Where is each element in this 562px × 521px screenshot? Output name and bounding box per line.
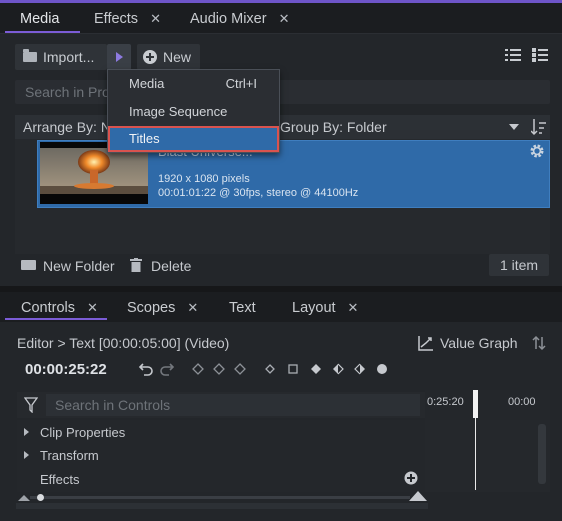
tab-effects[interactable]: Effects ✕ [94,0,161,34]
tab-scopes[interactable]: Scopes ✕ [127,292,198,322]
arrange-bar: Arrange By: N Group By: Folder [15,115,550,139]
zoom-in-icon[interactable] [408,489,428,503]
clip-details: 00:01:01:22 @ 30fps, stereo @ 44100Hz [158,187,359,199]
breadcrumb: Editor > Text [00:00:05:00] (Video) [17,335,230,351]
close-icon[interactable]: ✕ [150,11,161,26]
keyframe-icon [213,363,225,375]
expand-icon[interactable] [24,451,29,459]
control-row-clip-properties[interactable]: Clip Properties [40,425,125,440]
menu-item-titles[interactable]: Titles [108,126,279,152]
clip-resolution: 1920 x 1080 pixels [158,173,250,185]
item-count-badge: 1 item [489,254,549,276]
horizontal-scrollbar[interactable] [16,503,428,509]
tab-text[interactable]: Text [229,292,256,322]
interpolation-icons [265,363,387,375]
tab-controls-label: Controls [21,300,75,316]
gear-icon[interactable] [529,143,545,159]
zoom-slider-track[interactable] [30,496,410,499]
close-icon[interactable]: ✕ [348,300,359,315]
active-tab-indicator [5,318,107,320]
new-folder-icon [21,260,36,270]
tab-text-label: Text [229,300,256,316]
prev-keyframe-icon [192,363,204,375]
zoom-out-icon[interactable] [17,493,31,503]
menu-item-label: Titles [129,131,160,146]
expand-icon[interactable] [24,428,29,436]
tab-media[interactable]: Media [20,0,60,34]
value-graph-button[interactable]: Value Graph [440,335,518,351]
folder-icon [23,49,37,62]
tab-layout[interactable]: Layout ✕ [292,292,358,322]
timeline-scrollbar[interactable] [538,424,546,484]
controls-search-input[interactable]: Search in Controls [46,394,420,416]
keyframe-navigation [192,363,246,375]
new-button[interactable]: New [137,44,200,70]
control-row-transform[interactable]: Transform [40,448,99,463]
keyframe-timeline[interactable] [425,420,550,492]
menu-item-shortcut: Ctrl+I [225,76,257,91]
import-menu: Media Ctrl+I Image Sequence Titles [107,69,280,153]
plus-circle-icon [143,50,157,64]
import-label: Import... [43,49,95,65]
timeline-tick: 00:00 [508,396,536,408]
timecode[interactable]: 00:00:25:22 [25,361,107,378]
arrange-by-dropdown[interactable]: Arrange By: N [23,115,111,139]
new-label: New [163,49,192,65]
ease-out-icon [354,363,365,375]
smooth-icon [311,364,321,374]
add-effect-icon[interactable] [404,471,418,485]
new-folder-button[interactable]: New Folder [43,258,115,274]
tab-scopes-label: Scopes [127,300,176,316]
undo-icon[interactable] [138,361,154,377]
linear-icon [265,364,275,374]
next-keyframe-icon [234,363,246,375]
close-icon[interactable]: ✕ [187,300,198,315]
delete-button[interactable]: Delete [151,258,191,274]
zoom-slider-handle[interactable] [37,494,44,501]
tab-media-label: Media [20,11,60,27]
sort-icon[interactable] [531,118,547,136]
group-by-dropdown[interactable]: Group By: Folder [280,115,387,139]
menu-item-label: Image Sequence [129,104,228,119]
import-dropdown-button[interactable] [107,44,131,70]
trash-icon [130,258,142,272]
ease-in-icon [333,363,344,375]
import-button[interactable]: Import... [15,44,107,70]
chevron-down-icon[interactable] [509,124,519,130]
hold-icon [288,364,298,374]
menu-item-label: Media [129,76,165,91]
control-row-effects[interactable]: Effects [40,472,80,487]
timeline-tick: 0:25:20 [427,396,464,408]
chevron-right-icon [116,52,123,62]
filter-icon[interactable] [24,397,38,413]
tab-audio-mixer[interactable]: Audio Mixer ✕ [190,0,289,34]
menu-item-media[interactable]: Media Ctrl+I [108,71,279,97]
tab-effects-label: Effects [94,11,139,27]
close-icon[interactable]: ✕ [279,11,290,26]
detail-view-icon[interactable] [532,48,548,62]
tab-layout-label: Layout [292,300,336,316]
playhead-line [475,418,476,490]
list-view-icon[interactable] [505,48,521,62]
value-graph-icon[interactable] [418,335,434,351]
playhead[interactable] [473,390,478,418]
close-icon[interactable]: ✕ [87,300,98,315]
media-search-input[interactable]: Search in Pro [15,80,550,104]
ease-icon [377,364,387,374]
active-tab-indicator [5,31,80,33]
tab-audio-mixer-label: Audio Mixer [190,11,267,27]
link-icon[interactable] [531,335,547,351]
redo-icon[interactable] [159,361,175,377]
menu-item-image-sequence[interactable]: Image Sequence [108,99,279,125]
